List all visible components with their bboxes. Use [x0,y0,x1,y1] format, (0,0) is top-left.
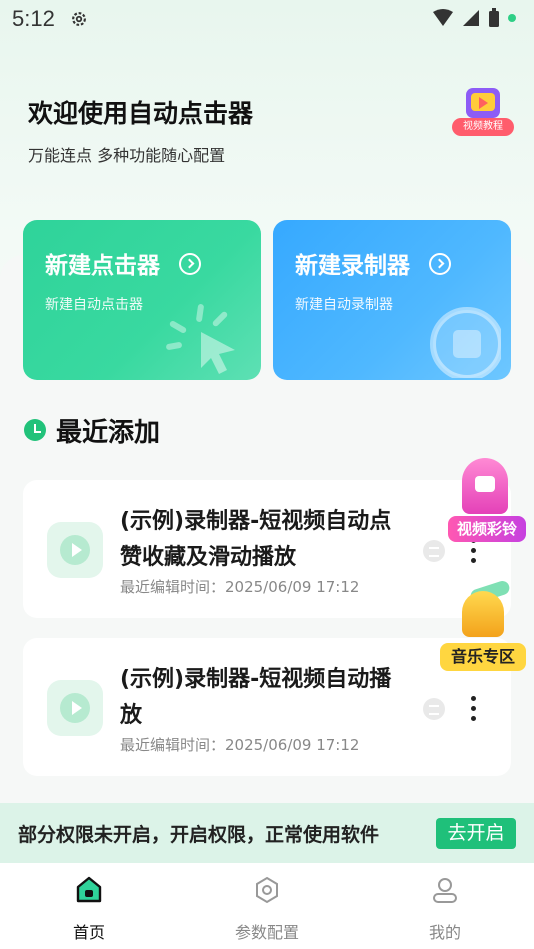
enable-permission-button[interactable]: 去开启 [436,818,516,849]
tab-home[interactable]: 首页 [0,863,178,949]
record-type-icon [423,540,445,562]
permission-notice-text: 部分权限未开启，开启权限，正常使用软件 [18,824,380,846]
tab-settings[interactable]: 参数配置 [178,863,356,949]
gear-icon [256,876,278,904]
tab-settings-label: 参数配置 [234,923,299,942]
video-tutorial-button[interactable]: 视频教程 [452,88,516,138]
status-icons [432,8,516,28]
new-clicker-card[interactable]: 新建点击器 新建自动点击器 [23,220,261,380]
play-thumbnail-icon [47,522,103,578]
new-recorder-card[interactable]: 新建录制器 新建自动录制器 [273,220,511,380]
home-icon [76,876,102,903]
new-recorder-title: 新建录制器 [295,253,410,279]
item-name: (示例)录制器-短视频自动点赞收藏及滑动播放 [120,509,392,570]
video-ringtone-label: 视频彩铃 [448,516,526,542]
new-recorder-subtitle: 新建自动录制器 [295,297,393,313]
music-zone-label: 音乐专区 [440,643,526,671]
status-time: 5:12 [12,6,55,31]
chevron-right-circle-icon [179,253,201,275]
tab-profile-label: 我的 [428,923,461,942]
user-icon [433,878,457,903]
status-bar: 5:12 [0,0,534,40]
battery-icon [489,8,499,27]
item-time: 最近编辑时间：2025/06/09 17:12 [120,736,360,754]
permission-notice-bar: 部分权限未开启，开启权限，正常使用软件 去开启 [0,803,534,863]
tab-profile[interactable]: 我的 [356,863,534,949]
more-options-icon[interactable] [463,696,483,726]
video-ringtone-float-button[interactable]: 视频彩铃 [446,458,526,548]
bottom-tab-bar: 首页 参数配置 我的 [0,863,534,949]
chevron-right-circle-icon [429,253,451,275]
video-tutorial-label: 视频教程 [452,118,514,136]
cursor-click-icon [166,304,235,374]
bell-icon [462,591,504,637]
clock-icon [24,419,46,441]
signal-icon [463,10,479,26]
list-item[interactable]: (示例)录制器-短视频自动点赞收藏及滑动播放 最近编辑时间：2025/06/09… [23,480,511,618]
recent-title: 最近添加 [56,418,161,448]
new-clicker-subtitle: 新建自动点击器 [45,297,143,313]
item-name: (示例)录制器-短视频自动播放 [120,667,392,728]
page-subtitle: 万能连点 多种功能随心配置 [28,146,226,165]
music-zone-float-button[interactable]: 音乐专区 [440,579,526,675]
bell-video-icon [462,458,508,514]
notification-dot [508,14,516,22]
item-time: 最近编辑时间：2025/06/09 17:12 [120,578,360,596]
play-icon [479,97,488,109]
record-type-icon [423,698,445,720]
play-thumbnail-icon [47,680,103,736]
settings-gear-icon [72,12,86,26]
record-stop-icon [430,307,501,378]
list-item[interactable]: (示例)录制器-短视频自动播放 最近编辑时间：2025/06/09 17:12 [23,638,511,776]
tab-home-label: 首页 [72,923,105,942]
wifi-icon [433,9,453,26]
page-title: 欢迎使用自动点击器 [28,99,254,128]
new-clicker-title: 新建点击器 [45,253,160,279]
